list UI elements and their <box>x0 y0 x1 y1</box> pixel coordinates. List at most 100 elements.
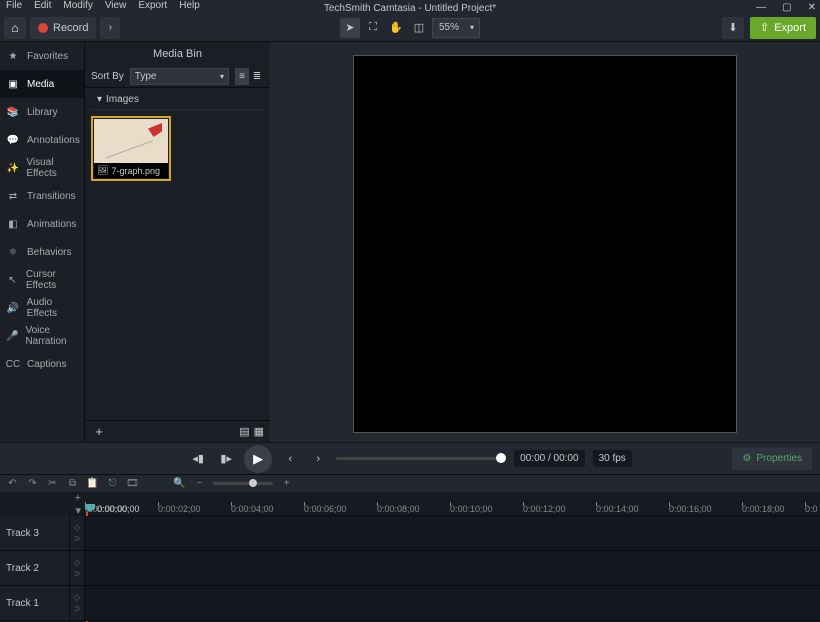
sidebar-item-transitions[interactable]: ⇄Transitions <box>0 182 84 210</box>
menu-export[interactable]: Export <box>138 0 167 14</box>
paste-button[interactable]: 📋 <box>86 477 99 490</box>
track-toggle[interactable]: ⊃ <box>74 534 81 543</box>
chevron-down-icon: ▾ <box>97 94 102 105</box>
sidebar-item-behaviors[interactable]: ⚛Behaviors <box>0 238 84 266</box>
download-button[interactable]: ⬇ <box>722 17 744 39</box>
media-bin: Media Bin Sort By Type ≡ ≣ ▾ Images 🖼 7-… <box>85 42 270 442</box>
track-lock[interactable]: ◇ <box>74 593 80 602</box>
sidebar: ★Favorites ▣Media 📚Library 💬Annotations … <box>0 42 85 442</box>
sort-label: Sort By <box>91 71 124 82</box>
sidebar-item-library[interactable]: 📚Library <box>0 98 84 126</box>
record-dropdown[interactable]: › <box>100 17 120 39</box>
split-button[interactable]: ⎋ <box>106 477 119 490</box>
transitions-icon: ⇄ <box>6 189 20 203</box>
annotations-icon: 💬 <box>6 133 20 147</box>
track-lock[interactable]: ◇ <box>74 558 80 567</box>
playback-slider[interactable] <box>336 457 506 460</box>
track-toggle[interactable]: ⊃ <box>74 569 81 578</box>
sidebar-item-cursor-effects[interactable]: ↖Cursor Effects <box>0 266 84 294</box>
sidebar-item-animations[interactable]: ◧Animations <box>0 210 84 238</box>
canvas-zoom-select[interactable]: 55% <box>432 18 480 38</box>
media-thumbnail <box>94 119 168 163</box>
menubar: File Edit Modify View Export Help <box>0 0 200 14</box>
track-menu-button[interactable]: ▾ <box>75 504 81 517</box>
playback-bar: ◂▮ ▮▸ ▶ ‹ › 00:00 / 00:00 30 fps ⚙ Prope… <box>0 442 820 474</box>
silence-button[interactable]: 🎞 <box>126 477 139 490</box>
view-grid[interactable]: ▦ <box>254 425 264 438</box>
track-label[interactable]: Track 3 <box>0 516 70 550</box>
menu-modify[interactable]: Modify <box>63 0 92 14</box>
canvas-area <box>270 42 820 442</box>
track-label[interactable]: Track 1 <box>0 586 70 620</box>
canvas[interactable] <box>353 55 737 433</box>
copy-button[interactable]: ⧉ <box>66 477 79 490</box>
window-maximize[interactable]: ▢ <box>782 2 791 13</box>
sidebar-item-voice-narration[interactable]: 🎤Voice Narration <box>0 322 84 350</box>
sort-ascending[interactable]: ≡ <box>235 68 249 85</box>
menu-edit[interactable]: Edit <box>34 0 51 14</box>
sidebar-item-favorites[interactable]: ★Favorites <box>0 42 84 70</box>
sort-select[interactable]: Type <box>130 68 229 85</box>
step-back-button[interactable]: ‹ <box>280 449 300 469</box>
pointer-tool[interactable]: ➤ <box>340 18 360 38</box>
cut-button[interactable]: ✂ <box>46 477 59 490</box>
properties-button[interactable]: ⚙ Properties <box>732 448 812 470</box>
image-icon: 🖼 <box>97 165 108 176</box>
add-track-button[interactable]: + <box>75 492 81 504</box>
export-icon: ⇧ <box>760 21 769 34</box>
sidebar-item-visual-effects[interactable]: ✨Visual Effects <box>0 154 84 182</box>
export-button[interactable]: ⇧ Export <box>750 17 816 39</box>
sidebar-item-captions[interactable]: CCCaptions <box>0 350 84 378</box>
sort-descending[interactable]: ≣ <box>250 68 264 85</box>
track-body[interactable] <box>85 586 820 620</box>
window-title: TechSmith Camtasia - Untitled Project* <box>324 3 496 14</box>
track-label[interactable]: Track 2 <box>0 551 70 585</box>
play-button[interactable]: ▶ <box>244 445 272 473</box>
media-bin-title: Media Bin <box>85 42 270 66</box>
track-toggle[interactable]: ⊃ <box>74 604 81 613</box>
timeline-ruler[interactable]: 0:00:00;00 0:00:02;00 0:00:04;00 0:00:06… <box>85 504 820 516</box>
undo-button[interactable]: ↶ <box>6 477 19 490</box>
timeline-zoom-slider[interactable] <box>213 482 273 485</box>
track-body[interactable] <box>85 516 820 550</box>
record-icon <box>38 23 48 33</box>
effects-icon: ✨ <box>6 161 19 175</box>
prev-frame-button[interactable]: ◂▮ <box>188 449 208 469</box>
view-details[interactable]: ▤ <box>239 425 249 438</box>
home-button[interactable]: ⌂ <box>4 17 26 39</box>
menu-file[interactable]: File <box>6 0 22 14</box>
track-lock[interactable]: ◇ <box>74 523 80 532</box>
menu-view[interactable]: View <box>105 0 127 14</box>
media-item[interactable]: 🖼 7-graph.png <box>91 116 171 181</box>
gear-icon: ⚙ <box>742 453 751 464</box>
redo-button[interactable]: ↷ <box>26 477 39 490</box>
sidebar-item-media[interactable]: ▣Media <box>0 70 84 98</box>
expand-tool[interactable]: ⛶ <box>363 18 383 38</box>
track-row: Track 1 ◇ ⊃ <box>0 586 820 621</box>
library-icon: 📚 <box>6 105 20 119</box>
menu-help[interactable]: Help <box>179 0 200 14</box>
track-body[interactable] <box>85 551 820 585</box>
record-button[interactable]: Record <box>30 17 96 39</box>
window-close[interactable]: ✕ <box>808 2 816 13</box>
window-minimize[interactable]: — <box>756 2 766 13</box>
playhead-time: 0:00:00;00 <box>97 504 140 514</box>
sidebar-item-annotations[interactable]: 💬Annotations <box>0 126 84 154</box>
crop-tool[interactable]: ◫ <box>409 18 429 38</box>
pan-tool[interactable]: ✋ <box>386 18 406 38</box>
next-frame-button[interactable]: ▮▸ <box>216 449 236 469</box>
timeline-toolbar: ↶ ↷ ✂ ⧉ 📋 ⎋ 🎞 🔍 − + <box>0 474 820 492</box>
star-icon: ★ <box>6 49 20 63</box>
zoom-fit-button[interactable]: 🔍 <box>173 477 186 490</box>
cursor-icon: ↖ <box>6 273 19 287</box>
add-media-button[interactable]: + <box>91 424 107 440</box>
sidebar-item-audio-effects[interactable]: 🔊Audio Effects <box>0 294 84 322</box>
group-images[interactable]: ▾ Images <box>91 90 264 110</box>
main-toolbar: ⌂ Record › ➤ ⛶ ✋ ◫ 55% ⬇ ⇧ Export <box>0 14 820 42</box>
zoom-in-button[interactable]: + <box>280 477 293 490</box>
zoom-out-button[interactable]: − <box>193 477 206 490</box>
step-forward-button[interactable]: › <box>308 449 328 469</box>
mic-icon: 🎤 <box>6 329 18 343</box>
audio-icon: 🔊 <box>6 301 20 315</box>
media-icon: ▣ <box>6 77 20 91</box>
